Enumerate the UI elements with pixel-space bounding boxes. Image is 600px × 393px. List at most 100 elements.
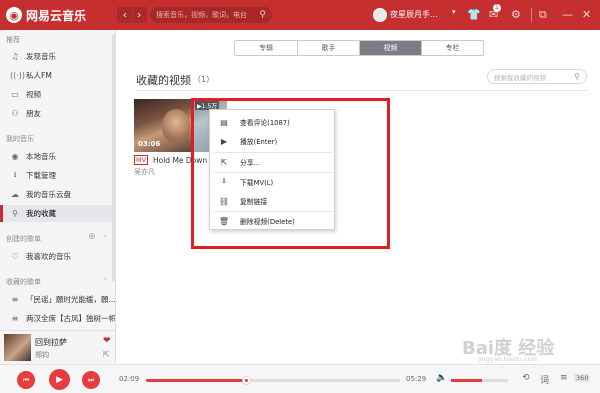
user-avatar[interactable] bbox=[373, 8, 387, 22]
sidebar-item-label: 我的收藏 bbox=[26, 209, 56, 218]
elapsed-time: 02:09 bbox=[119, 375, 140, 383]
heart-outline-icon: ♡ bbox=[11, 252, 19, 261]
chevron-up-icon[interactable]: ⌃ bbox=[102, 234, 108, 242]
app-title: 网易云音乐 bbox=[26, 8, 87, 23]
lyrics-icon[interactable]: 词 bbox=[540, 373, 549, 386]
chevron-up-icon[interactable]: ⌃ bbox=[102, 277, 108, 285]
sidebar-item-label: 本地音乐 bbox=[26, 152, 56, 161]
sidebar-item-my-collection[interactable]: ⚲ 我的收藏 bbox=[0, 205, 115, 222]
loop-mode-icon[interactable]: ⟲ bbox=[522, 373, 530, 383]
sidebar-item-label: 我的音乐云盘 bbox=[26, 190, 71, 199]
sidebar-section-created: 创建的歌单 bbox=[6, 235, 41, 243]
sidebar-item-label: 发现音乐 bbox=[26, 52, 56, 61]
volume-fill bbox=[451, 379, 483, 382]
sidebar-item-friends[interactable]: ⚇ 朋友 bbox=[0, 105, 115, 122]
play-icon: ▶ bbox=[56, 374, 63, 385]
sidebar-item-discover[interactable]: ♫ 发现音乐 bbox=[0, 48, 115, 65]
progress-handle[interactable] bbox=[242, 376, 252, 385]
netease-logo-icon: ◉ bbox=[6, 7, 22, 23]
friends-icon: ⚇ bbox=[11, 109, 19, 118]
video-artist[interactable]: 吴亦凡 bbox=[134, 167, 155, 177]
sidebar-item-local-music[interactable]: ◉ 本地音乐 bbox=[0, 148, 115, 165]
video-icon: ▭ bbox=[11, 90, 19, 99]
sidebar-item-cloud-disk[interactable]: ☁ 我的音乐云盘 bbox=[0, 186, 115, 203]
sidebar: 推荐 ♫ 发现音乐 ((·)) 私人FM ▭ 视频 ⚇ 朋友 我的音乐 ◉ 本地… bbox=[0, 30, 116, 330]
sidebar-item-playlist[interactable]: ≡ 「民谣」願时光能缓，願... bbox=[0, 291, 116, 308]
tab-videos[interactable]: 视频 bbox=[359, 41, 421, 55]
tab-columns[interactable]: 专栏 bbox=[421, 41, 483, 55]
progress-fill bbox=[146, 379, 247, 382]
disc-icon: ◉ bbox=[11, 152, 19, 161]
forward-button[interactable]: › bbox=[131, 8, 146, 22]
collection-search-input[interactable]: 搜索我收藏的视频 ⚲ bbox=[487, 69, 587, 84]
tab-singers[interactable]: 歌手 bbox=[297, 41, 359, 55]
sidebar-item-label: 私人FM bbox=[26, 71, 52, 80]
mail-badge: 1 bbox=[493, 4, 501, 12]
header-divider bbox=[136, 90, 588, 91]
total-time: 05:29 bbox=[406, 375, 427, 383]
collection-person-icon: ⚲ bbox=[12, 209, 18, 218]
previous-track-button[interactable]: ⏮ bbox=[17, 371, 35, 389]
page-count: （1） bbox=[193, 75, 215, 84]
netease-music-window: ◉ 网易云音乐 ‹ › 搜索音乐，视频，歌词，电台 ⚲ 夜星辰月手... ▾ 👕… bbox=[0, 0, 600, 393]
sidebar-section-mymusic: 我的音乐 bbox=[6, 135, 34, 143]
sidebar-item-label: 视频 bbox=[26, 90, 41, 99]
minimize-icon[interactable]: — bbox=[562, 8, 573, 22]
sidebar-item-label: 「民谣」願时光能缓，願... bbox=[26, 295, 116, 304]
sidebar-section-recommend: 推荐 bbox=[6, 36, 20, 44]
next-icon: ⏭ bbox=[87, 375, 95, 384]
previous-icon: ⏮ bbox=[22, 375, 30, 384]
now-playing-panel[interactable]: 回到拉萨 郑钧 ❤ ⇱ bbox=[0, 330, 116, 364]
skin-shirt-icon[interactable]: 👕 bbox=[467, 8, 481, 22]
sidebar-item-liked-music[interactable]: ♡ 我喜欢的音乐 bbox=[0, 248, 115, 265]
search-placeholder: 搜索音乐，视频，歌词，电台 bbox=[156, 11, 247, 19]
playlist-icon[interactable]: ≡ bbox=[560, 373, 568, 383]
global-search-input[interactable]: 搜索音乐，视频，歌词，电台 ⚲ bbox=[150, 7, 272, 23]
radio-icon: ((·)) bbox=[10, 71, 26, 80]
video-duration: 03:06 bbox=[138, 140, 161, 148]
sidebar-item-label: 朋友 bbox=[26, 109, 41, 118]
playlist-icon: ≡ bbox=[11, 314, 19, 323]
sidebar-scrollbar[interactable] bbox=[112, 34, 115, 282]
album-cover[interactable] bbox=[4, 334, 31, 361]
search-icon[interactable]: ⚲ bbox=[259, 10, 266, 20]
playlist-count: 360 bbox=[574, 374, 591, 382]
now-playing-title[interactable]: 回到拉萨 bbox=[35, 337, 67, 348]
history-nav: ‹ › bbox=[117, 7, 147, 23]
sidebar-item-label: 两汉全席【古风】独树一帜 bbox=[26, 314, 116, 323]
username[interactable]: 夜星辰月手... bbox=[390, 9, 438, 20]
sidebar-item-video[interactable]: ▭ 视频 bbox=[0, 86, 115, 103]
playlist-icon: ≡ bbox=[11, 295, 19, 304]
search-icon[interactable]: ⚲ bbox=[574, 72, 580, 81]
sidebar-item-downloads[interactable]: ⭳ 下载管理 bbox=[0, 167, 115, 184]
collection-tabs: 专辑 歌手 视频 专栏 bbox=[234, 40, 484, 56]
heart-icon[interactable]: ❤ bbox=[103, 336, 111, 346]
search-placeholder: 搜索我收藏的视频 bbox=[494, 73, 546, 82]
next-track-button[interactable]: ⏭ bbox=[82, 371, 100, 389]
volume-icon[interactable]: 🔈 bbox=[436, 373, 447, 383]
sidebar-item-fm[interactable]: ((·)) 私人FM bbox=[0, 67, 115, 84]
back-button[interactable]: ‹ bbox=[118, 8, 132, 22]
progress-slider[interactable] bbox=[146, 376, 400, 385]
mv-tag: MV bbox=[134, 155, 149, 165]
page-title: 收藏的视频 bbox=[136, 74, 191, 87]
play-button[interactable]: ▶ bbox=[49, 369, 70, 390]
close-icon[interactable]: ✕ bbox=[582, 8, 591, 22]
now-playing-artist[interactable]: 郑钧 bbox=[35, 350, 49, 360]
chevron-down-icon[interactable]: ▾ bbox=[452, 8, 456, 16]
add-playlist-icon[interactable]: ⊕ bbox=[88, 232, 96, 242]
mini-mode-icon[interactable]: ⧉ bbox=[539, 8, 547, 22]
player-bar: ⏮ ▶ ⏭ 02:09 05:29 🔈 ⟲ 词 ≡ 360 bbox=[0, 364, 600, 393]
cloud-icon: ☁ bbox=[11, 190, 19, 199]
volume-slider[interactable] bbox=[451, 379, 508, 382]
settings-gear-icon[interactable]: ⚙ bbox=[511, 8, 521, 22]
share-icon[interactable]: ⇱ bbox=[103, 350, 110, 359]
music-note-icon: ♫ bbox=[11, 52, 19, 61]
tab-albums[interactable]: 专辑 bbox=[235, 41, 297, 55]
download-icon: ⭳ bbox=[13, 169, 17, 179]
sidebar-item-playlist[interactable]: ≡ 两汉全席【古风】独树一帜 bbox=[0, 310, 116, 327]
sidebar-item-label: 下载管理 bbox=[26, 171, 56, 180]
highlight-box bbox=[191, 98, 390, 249]
title-bar: ◉ 网易云音乐 ‹ › 搜索音乐，视频，歌词，电台 ⚲ 夜星辰月手... ▾ 👕… bbox=[0, 0, 600, 30]
app-logo[interactable]: ◉ 网易云音乐 bbox=[6, 6, 86, 24]
